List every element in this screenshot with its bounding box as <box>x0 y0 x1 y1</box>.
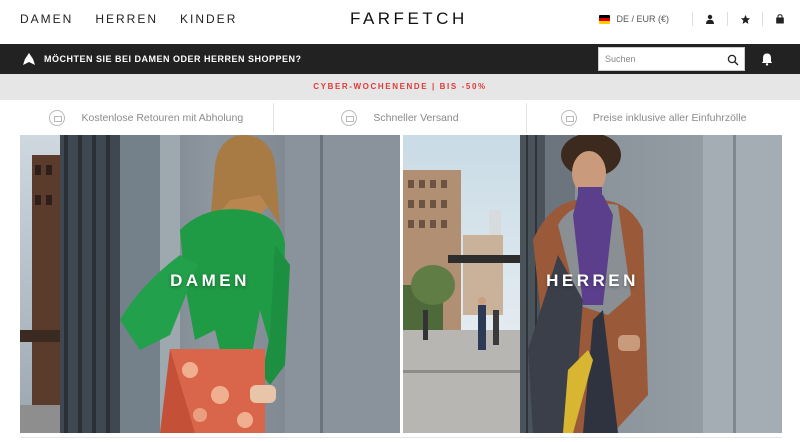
hanger-icon <box>22 52 36 66</box>
divider <box>20 437 782 438</box>
hero-herren-label[interactable]: HERREN <box>403 271 782 291</box>
locale-selector[interactable]: DE / EUR (€) <box>616 14 669 24</box>
header-tools: DE / EUR (€) <box>599 12 786 26</box>
bell-icon[interactable] <box>760 52 774 66</box>
top-header: DAMEN HERREN KINDER FARFETCH DE / EUR (€… <box>0 0 800 44</box>
return-icon <box>49 110 66 126</box>
promo-banner[interactable]: CYBER-WOCHENENDE | BIS -50% <box>0 74 800 100</box>
usp-label: Schneller Versand <box>373 112 459 124</box>
nav-damen[interactable]: DAMEN <box>20 12 73 26</box>
usp-row: Kostenlose Retouren mit Abholung Schnell… <box>20 103 780 133</box>
hero-damen-label[interactable]: DAMEN <box>20 271 400 291</box>
hero-herren[interactable]: HERREN <box>403 135 782 433</box>
shopping-prompt-bar: MÖCHTEN SIE BEI DAMEN ODER HERREN SHOPPE… <box>0 44 800 74</box>
divider <box>692 12 693 26</box>
hero-damen[interactable]: DAMEN <box>20 135 400 433</box>
delivery-icon <box>341 110 358 126</box>
search-box <box>598 47 745 71</box>
search-icon[interactable] <box>727 53 739 66</box>
usp-duties-included: Preise inklusive aller Einfuhrzölle <box>526 103 780 133</box>
shopping-bag-icon[interactable] <box>774 13 786 25</box>
usp-fast-shipping: Schneller Versand <box>272 103 527 133</box>
divider <box>762 12 763 26</box>
usp-free-returns: Kostenlose Retouren mit Abholung <box>20 103 273 133</box>
divider <box>727 12 728 26</box>
promo-text[interactable]: CYBER-WOCHENENDE | BIS -50% <box>313 82 486 91</box>
nav-kinder[interactable]: KINDER <box>180 12 237 26</box>
usp-label: Kostenlose Retouren mit Abholung <box>81 112 244 124</box>
star-icon[interactable] <box>739 13 751 25</box>
customs-icon <box>560 110 577 126</box>
usp-label: Preise inklusive aller Einfuhrzölle <box>592 112 747 124</box>
germany-flag-icon[interactable] <box>599 14 611 24</box>
farfetch-logo[interactable]: FARFETCH <box>350 9 468 29</box>
shopping-prompt-text[interactable]: MÖCHTEN SIE BEI DAMEN ODER HERREN SHOPPE… <box>44 54 302 64</box>
nav-herren[interactable]: HERREN <box>95 12 158 26</box>
user-icon[interactable] <box>704 13 716 25</box>
search-input[interactable] <box>599 48 719 70</box>
gender-nav: DAMEN HERREN KINDER <box>20 12 237 26</box>
